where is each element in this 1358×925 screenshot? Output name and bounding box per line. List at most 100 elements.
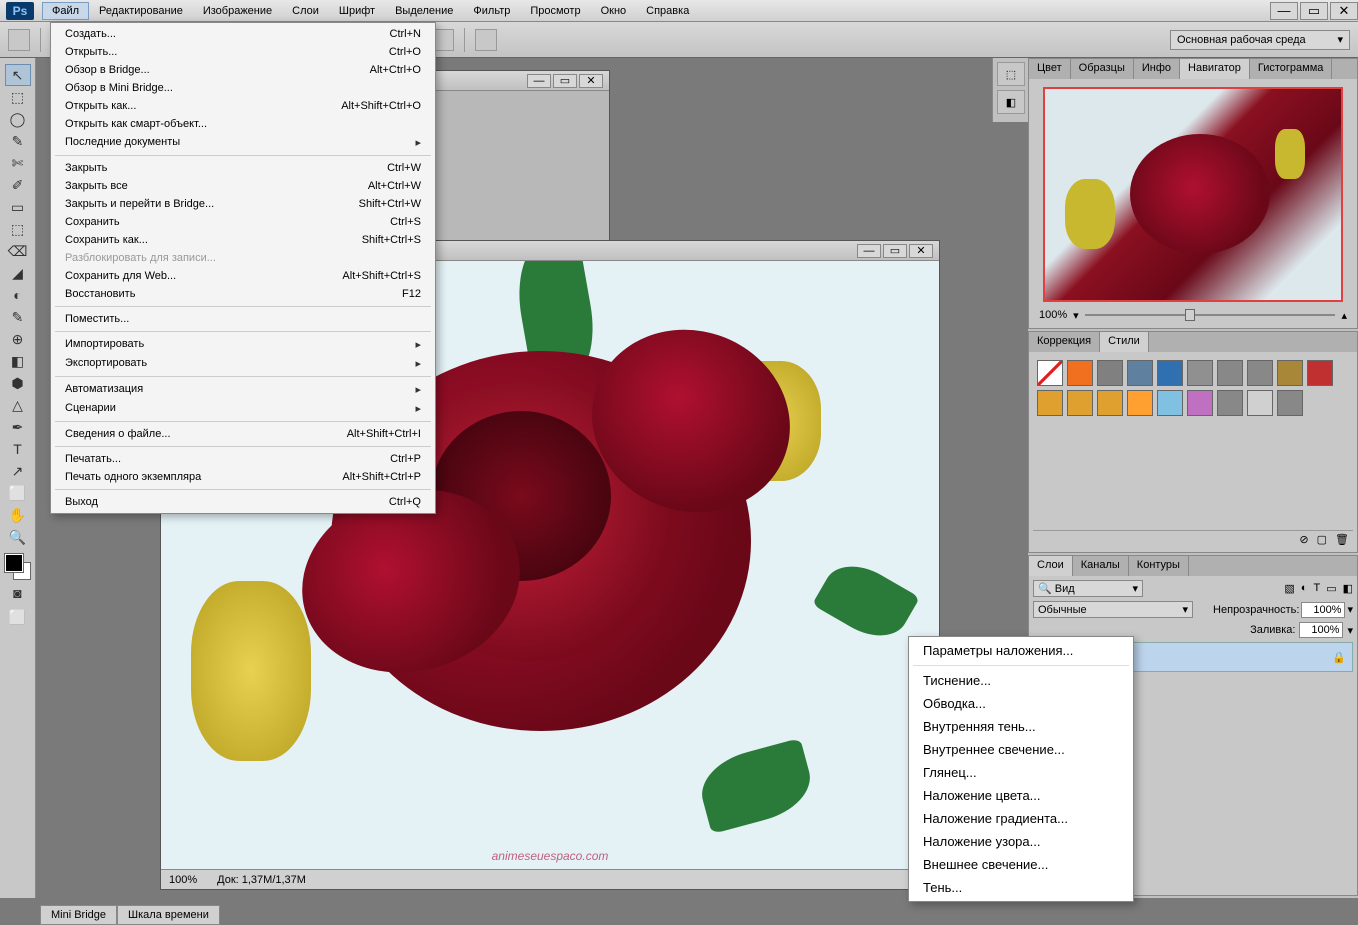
style-swatch[interactable]: [1277, 360, 1303, 386]
tool-button[interactable]: ⬢: [5, 372, 31, 394]
bottom-tab[interactable]: Mini Bridge: [40, 905, 117, 925]
clear-style-icon[interactable]: ⊘: [1299, 533, 1308, 546]
tool-button[interactable]: ✒: [5, 416, 31, 438]
style-swatch[interactable]: [1157, 360, 1183, 386]
dock-icon[interactable]: ◧: [997, 90, 1025, 114]
close-button[interactable]: ✕: [1330, 2, 1358, 20]
doc-close-icon[interactable]: ✕: [909, 244, 933, 258]
filter-shape-icon[interactable]: ▭: [1326, 582, 1336, 595]
menu-просмотр[interactable]: Просмотр: [520, 2, 590, 20]
menu-item[interactable]: ВосстановитьF12: [51, 285, 435, 303]
tool-button[interactable]: ◧: [5, 350, 31, 372]
panel-tab[interactable]: Навигатор: [1180, 59, 1250, 79]
doc-close-icon[interactable]: ✕: [579, 74, 603, 88]
tool-button[interactable]: ✐: [5, 174, 31, 196]
foreground-color[interactable]: [5, 554, 23, 572]
menu-item[interactable]: Экспортировать▸: [51, 354, 435, 373]
doc-max-icon[interactable]: ▭: [883, 244, 907, 258]
menu-item[interactable]: Сохранить как...Shift+Ctrl+S: [51, 231, 435, 249]
layer-filter-dropdown[interactable]: 🔍 Вид▾: [1033, 580, 1143, 597]
style-swatch[interactable]: [1067, 360, 1093, 386]
menu-слои[interactable]: Слои: [282, 2, 329, 20]
doc-min-icon[interactable]: —: [857, 244, 881, 258]
quickmask-icon[interactable]: ◙: [5, 582, 31, 604]
menu-файл[interactable]: Файл: [42, 2, 89, 20]
style-swatch[interactable]: [1307, 360, 1333, 386]
context-menu-item[interactable]: Внутренняя тень...: [909, 715, 1133, 738]
new-style-icon[interactable]: ▢: [1317, 533, 1327, 546]
menu-item[interactable]: Обзор в Mini Bridge...: [51, 79, 435, 97]
menu-item[interactable]: Печатать...Ctrl+P: [51, 450, 435, 468]
doc-min-icon[interactable]: —: [527, 74, 551, 88]
menu-item[interactable]: Обзор в Bridge...Alt+Ctrl+O: [51, 61, 435, 79]
context-menu-item[interactable]: Внутреннее свечение...: [909, 738, 1133, 761]
menu-фильтр[interactable]: Фильтр: [463, 2, 520, 20]
doc-max-icon[interactable]: ▭: [553, 74, 577, 88]
menu-item[interactable]: Последние документы▸: [51, 133, 435, 152]
tool-button[interactable]: ⬜: [5, 482, 31, 504]
tool-button[interactable]: ▭: [5, 196, 31, 218]
tool-button[interactable]: ✎: [5, 306, 31, 328]
context-menu-item[interactable]: Наложение цвета...: [909, 784, 1133, 807]
tool-button[interactable]: ⬚: [5, 86, 31, 108]
context-menu-item[interactable]: Обводка...: [909, 692, 1133, 715]
panel-tab[interactable]: Образцы: [1071, 59, 1134, 79]
style-swatch[interactable]: [1127, 390, 1153, 416]
style-swatch[interactable]: [1127, 360, 1153, 386]
tool-button[interactable]: △: [5, 394, 31, 416]
panel-tab[interactable]: Инфо: [1134, 59, 1180, 79]
menu-item[interactable]: ВыходCtrl+Q: [51, 493, 435, 511]
trash-icon[interactable]: 🗑: [1335, 533, 1349, 546]
zoom-out-icon[interactable]: ▾: [1073, 309, 1079, 322]
fill-input[interactable]: 100%: [1299, 622, 1343, 638]
panel-tab[interactable]: Цвет: [1029, 59, 1071, 79]
tool-button[interactable]: ◢: [5, 262, 31, 284]
zoom-level[interactable]: 100%: [169, 874, 197, 886]
menu-шрифт[interactable]: Шрифт: [329, 2, 385, 20]
style-swatch[interactable]: [1097, 390, 1123, 416]
context-menu-item[interactable]: Параметры наложения...: [909, 639, 1133, 662]
panel-tab[interactable]: Слои: [1029, 556, 1073, 576]
style-swatch[interactable]: [1187, 360, 1213, 386]
menu-редактирование[interactable]: Редактирование: [89, 2, 193, 20]
tool-preset-icon[interactable]: [8, 29, 30, 51]
style-swatch[interactable]: [1217, 360, 1243, 386]
tool-button[interactable]: ⊕: [5, 328, 31, 350]
style-swatch[interactable]: [1217, 390, 1243, 416]
zoom-slider[interactable]: [1085, 308, 1336, 322]
style-swatch[interactable]: [1067, 390, 1093, 416]
menu-изображение[interactable]: Изображение: [193, 2, 282, 20]
zoom-in-icon[interactable]: ▴: [1341, 309, 1347, 322]
menu-item[interactable]: Закрыть и перейти в Bridge...Shift+Ctrl+…: [51, 195, 435, 213]
distribute-icon[interactable]: [475, 29, 497, 51]
menu-item[interactable]: Закрыть всеAlt+Ctrl+W: [51, 177, 435, 195]
panel-tab[interactable]: Каналы: [1073, 556, 1129, 576]
menu-item[interactable]: Открыть...Ctrl+O: [51, 43, 435, 61]
menu-item[interactable]: Сохранить для Web...Alt+Shift+Ctrl+S: [51, 267, 435, 285]
style-swatch[interactable]: [1247, 390, 1273, 416]
blend-mode-dropdown[interactable]: Обычные▾: [1033, 601, 1193, 618]
panel-tab[interactable]: Контуры: [1129, 556, 1189, 576]
tool-button[interactable]: ↗: [5, 460, 31, 482]
menu-item[interactable]: Открыть как...Alt+Shift+Ctrl+O: [51, 97, 435, 115]
menu-item[interactable]: Поместить...: [51, 310, 435, 328]
menu-item[interactable]: Импортировать▸: [51, 335, 435, 354]
tool-button[interactable]: ↖: [5, 64, 31, 86]
context-menu-item[interactable]: Тень...: [909, 876, 1133, 899]
filter-smart-icon[interactable]: ◧: [1343, 582, 1353, 595]
menu-item[interactable]: Открыть как смарт-объект...: [51, 115, 435, 133]
opacity-input[interactable]: 100%: [1301, 602, 1345, 618]
menu-item[interactable]: Сведения о файле...Alt+Shift+Ctrl+I: [51, 425, 435, 443]
style-swatch[interactable]: [1037, 360, 1063, 386]
panel-tab[interactable]: Коррекция: [1029, 332, 1100, 352]
filter-pixel-icon[interactable]: ▧: [1284, 582, 1294, 595]
context-menu-item[interactable]: Тиснение...: [909, 669, 1133, 692]
tool-button[interactable]: ✄: [5, 152, 31, 174]
context-menu-item[interactable]: Наложение градиента...: [909, 807, 1133, 830]
menu-item[interactable]: ЗакрытьCtrl+W: [51, 159, 435, 177]
tool-button[interactable]: ⌫: [5, 240, 31, 262]
style-swatch[interactable]: [1037, 390, 1063, 416]
tool-button[interactable]: T: [5, 438, 31, 460]
navigator-thumbnail[interactable]: [1043, 87, 1343, 302]
style-swatch[interactable]: [1097, 360, 1123, 386]
